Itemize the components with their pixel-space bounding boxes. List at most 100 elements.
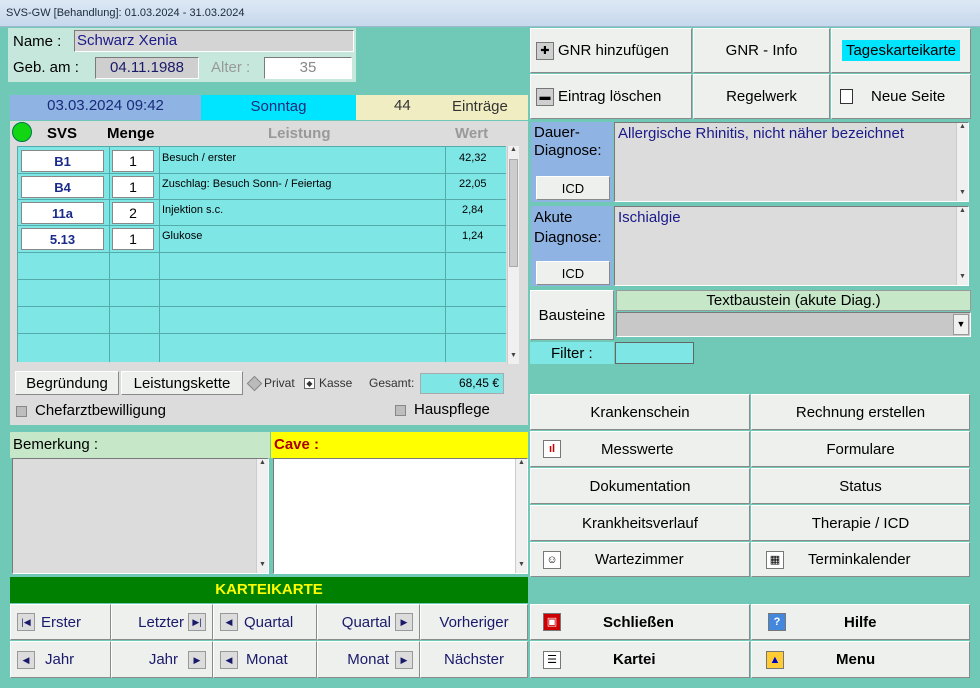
- scroll-up-icon[interactable]: ▲: [957, 207, 968, 219]
- row-4-menge[interactable]: 1: [112, 228, 154, 250]
- nav-vorheriger-button[interactable]: Vorheriger: [420, 604, 528, 640]
- nav-letzter-button[interactable]: Letzter ▶|: [111, 604, 213, 640]
- name-field[interactable]: Schwarz Xenia: [74, 30, 354, 52]
- row-1-menge[interactable]: 1: [112, 150, 154, 172]
- scroll-thumb[interactable]: [509, 159, 518, 267]
- regelwerk-button[interactable]: Regelwerk: [693, 74, 830, 119]
- row-3-leistung: Injektion s.c.: [162, 204, 224, 216]
- rechnung-button[interactable]: Rechnung erstellen: [751, 394, 970, 430]
- gnr-info-button[interactable]: GNR - Info: [693, 28, 830, 73]
- cave-textarea[interactable]: [273, 458, 528, 574]
- nav-jahr-next-button[interactable]: Jahr ▶: [111, 641, 213, 678]
- kartei-button[interactable]: ☰ Kartei: [530, 641, 750, 678]
- scroll-up-icon[interactable]: ▲: [508, 146, 519, 158]
- chefarzt-check-icon: [16, 405, 27, 417]
- nav-naechster-button[interactable]: Nächster: [420, 641, 528, 678]
- help-icon: ?: [768, 613, 786, 631]
- terminkalender-label: Terminkalender: [808, 551, 911, 568]
- new-page-icon: [840, 89, 853, 104]
- row-3-svs[interactable]: 11a: [21, 202, 104, 224]
- dauer-diagnose-field[interactable]: Allergische Rhinitis, nicht näher bezeic…: [614, 122, 969, 202]
- status-indicator: [12, 122, 32, 142]
- formulare-button[interactable]: Formulare: [751, 431, 970, 467]
- dokumentation-button[interactable]: Dokumentation: [530, 468, 750, 504]
- row-4-svs[interactable]: 5.13: [21, 228, 104, 250]
- scroll-down-icon[interactable]: ▼: [957, 273, 968, 285]
- row-2-leistung: Zuschlag: Besuch Sonn- / Feiertag: [162, 178, 332, 190]
- gesamt-value: 68,45 €: [420, 373, 504, 394]
- prev-icon: ◀: [220, 650, 238, 669]
- neue-seite-button[interactable]: Neue Seite: [831, 74, 971, 119]
- age-field[interactable]: 35: [264, 57, 352, 79]
- therapie-button[interactable]: Therapie / ICD: [751, 505, 970, 541]
- bausteine-button[interactable]: Bausteine: [530, 290, 614, 340]
- scroll-down-icon[interactable]: ▼: [957, 189, 968, 201]
- nav-monat-prev-label: Monat: [246, 651, 288, 668]
- scroll-down-icon[interactable]: ▼: [257, 561, 268, 573]
- nav-monat-prev-button[interactable]: ◀ Monat: [213, 641, 317, 678]
- privat-radio[interactable]: Privat: [246, 376, 295, 392]
- akute-icd-button[interactable]: ICD: [536, 261, 610, 285]
- nav-jahr-prev-label: Jahr: [45, 651, 75, 668]
- nav-erster-button[interactable]: |◀ Erster: [10, 604, 111, 640]
- akute-diagnose-field[interactable]: Ischialgie: [614, 206, 969, 286]
- dauer-scrollbar[interactable]: ▲ ▼: [956, 123, 968, 201]
- services-scrollbar[interactable]: ▲ ▼: [507, 146, 519, 364]
- plus-icon: ✚: [536, 41, 554, 60]
- row-4-wert: 1,24: [462, 230, 484, 242]
- last-icon: ▶|: [188, 613, 206, 631]
- scroll-up-icon[interactable]: ▲: [957, 123, 968, 135]
- person-icon: ☺: [543, 550, 561, 569]
- bemerkung-textarea[interactable]: [12, 458, 269, 574]
- tageskarteikarte-button[interactable]: Tageskarteikarte: [831, 28, 971, 73]
- row-2-svs[interactable]: B4: [21, 176, 104, 198]
- scroll-up-icon[interactable]: ▲: [516, 459, 527, 471]
- krankenschein-button[interactable]: Krankenschein: [530, 394, 750, 430]
- status-button[interactable]: Status: [751, 468, 970, 504]
- nav-quartal-prev-button[interactable]: ◀ Quartal: [213, 604, 317, 640]
- messwerte-label: Messwerte: [601, 440, 674, 458]
- hilfe-button[interactable]: ? Hilfe: [751, 604, 970, 640]
- scroll-up-icon[interactable]: ▲: [257, 459, 268, 471]
- terminkalender-button[interactable]: ▦ Terminkalender: [751, 542, 970, 577]
- row-1-leistung: Besuch / erster: [162, 152, 236, 164]
- nav-erster-label: Erster: [41, 613, 82, 631]
- scroll-down-icon[interactable]: ▼: [516, 561, 527, 573]
- filter-input[interactable]: [615, 342, 694, 364]
- chevron-down-icon[interactable]: ▼: [953, 314, 969, 335]
- nav-quartal-next-button[interactable]: Quartal ▶: [317, 604, 420, 640]
- menu-button[interactable]: ▲ Menu: [751, 641, 970, 678]
- eintrag-loeschen-button[interactable]: ▬ Eintrag löschen: [530, 74, 692, 119]
- nav-monat-next-label: Monat: [347, 651, 389, 668]
- begruendung-button[interactable]: Begründung: [15, 371, 119, 395]
- chefarzt-checkbox[interactable]: Chefarztbewilligung: [16, 402, 166, 419]
- row-2-menge[interactable]: 1: [112, 176, 154, 198]
- leistungskette-button[interactable]: Leistungskette: [121, 371, 243, 395]
- kartei-label: Kartei: [613, 651, 656, 668]
- chart-icon: ıl: [543, 440, 561, 458]
- wartezimmer-label: Wartezimmer: [595, 551, 684, 568]
- krankheitsverlauf-button[interactable]: Krankheitsverlauf: [530, 505, 750, 541]
- hauspflege-checkbox[interactable]: Hauspflege: [395, 401, 490, 418]
- bemerkung-scrollbar[interactable]: ▲ ▼: [256, 459, 268, 573]
- akute-diagnose-text: Ischialgie: [618, 209, 681, 226]
- akute-scrollbar[interactable]: ▲ ▼: [956, 207, 968, 285]
- cave-scrollbar[interactable]: ▲ ▼: [515, 459, 527, 573]
- nav-jahr-prev-button[interactable]: ◀ Jahr: [10, 641, 111, 678]
- dob-label: Geb. am :: [13, 59, 79, 76]
- kasse-radio[interactable]: ◆ Kasse: [304, 376, 352, 390]
- messwerte-button[interactable]: ıl Messwerte: [530, 431, 750, 467]
- nav-monat-next-button[interactable]: Monat ▶: [317, 641, 420, 678]
- name-value: Schwarz Xenia: [77, 32, 178, 49]
- row-1-svs[interactable]: B1: [21, 150, 104, 172]
- dob-field[interactable]: 04.11.1988: [95, 57, 199, 79]
- schliessen-button[interactable]: ▣ Schließen: [530, 604, 750, 640]
- row-3-menge[interactable]: 2: [112, 202, 154, 224]
- dauer-icd-button[interactable]: ICD: [536, 176, 610, 200]
- wartezimmer-button[interactable]: ☺ Wartezimmer: [530, 542, 750, 577]
- bemerkung-header: Bemerkung :: [10, 432, 270, 458]
- scroll-down-icon[interactable]: ▼: [508, 352, 519, 364]
- neue-seite-label: Neue Seite: [871, 88, 946, 105]
- gnr-add-button[interactable]: ✚ GNR hinzufügen: [530, 28, 692, 73]
- textbaustein-select[interactable]: ▼: [616, 312, 971, 337]
